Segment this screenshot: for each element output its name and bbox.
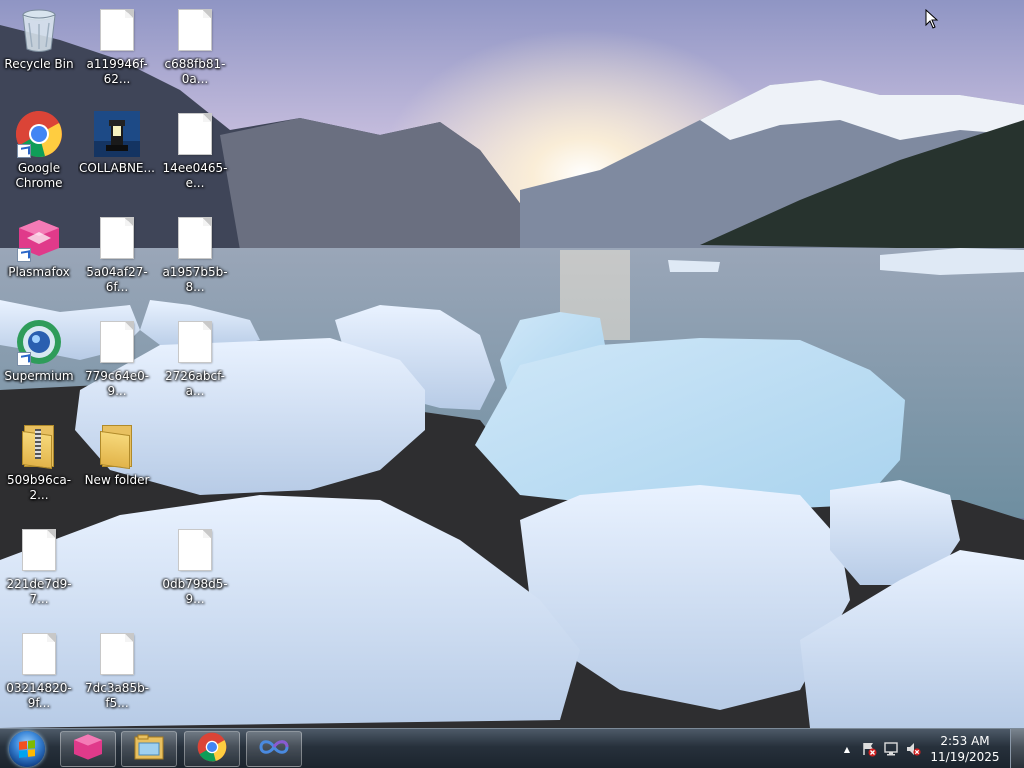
volume-muted-icon[interactable]	[902, 738, 924, 760]
taskbar-supermium-button[interactable]	[246, 731, 302, 767]
file-desktop-icon[interactable]: 2726abcf-a...	[156, 312, 234, 412]
file-desktop-icon[interactable]: c688fb81-0a...	[156, 0, 234, 100]
shortcut-arrow-icon	[17, 248, 31, 262]
desktop: Recycle Bin a119946f-62... c688fb81-0a..…	[0, 0, 1024, 728]
lighthouse-icon	[93, 110, 141, 158]
file-desktop-icon[interactable]: 03214820-9f...	[0, 624, 78, 724]
file-desktop-icon[interactable]: 14ee0465-e...	[156, 104, 234, 204]
blank-file-icon	[171, 110, 219, 158]
file-desktop-icon[interactable]: 7dc3a85b-f5...	[78, 624, 156, 724]
file-desktop-icon[interactable]: 779c64e0-9...	[78, 312, 156, 412]
desktop-icon-label: 5a04af27-6f...	[86, 265, 148, 294]
desktop-icon-label: 509b96ca-2...	[6, 473, 72, 502]
desktop-icon-label: 0db798d5-9...	[162, 577, 228, 606]
taskbar-plasmafox-button[interactable]	[60, 731, 116, 767]
desktop-icon-label: a1957b5b-8...	[162, 265, 228, 294]
google-chrome-desktop-icon[interactable]: Google Chrome	[0, 104, 78, 204]
supermium-desktop-icon[interactable]: Supermium	[0, 312, 78, 412]
taskbar-explorer-button[interactable]	[121, 731, 177, 767]
system-tray: ▲ 2:53 AM 11/19/2025	[836, 729, 1024, 768]
desktop-icon-label: 14ee0465-e...	[162, 161, 228, 190]
blank-file-icon	[93, 630, 141, 678]
show-hidden-icons-button[interactable]: ▲	[836, 738, 858, 760]
shortcut-arrow-icon	[17, 352, 31, 366]
zip-folder-icon	[15, 422, 63, 470]
recycle-bin-desktop-icon[interactable]: Recycle Bin	[0, 0, 78, 100]
blank-file-icon	[93, 318, 141, 366]
desktop-icon-label: 779c64e0-9...	[84, 369, 150, 398]
desktop-icon-label: 2726abcf-a...	[164, 369, 225, 398]
start-button[interactable]	[4, 730, 50, 768]
desktop-icon-label: c688fb81-0a...	[164, 57, 226, 86]
action-center-alert-icon[interactable]	[858, 738, 880, 760]
desktop-icon-label: a119946f-62...	[86, 57, 148, 86]
collabne-desktop-icon[interactable]: COLLABNE...	[78, 104, 156, 204]
desktop-icon-label: 03214820-9f...	[6, 681, 72, 710]
blank-file-icon	[171, 526, 219, 574]
chrome-icon	[197, 732, 227, 766]
clock-date: 11/19/2025	[930, 750, 1000, 764]
folder-icon	[93, 422, 141, 470]
clock-time: 2:53 AM	[940, 734, 990, 748]
taskbar: ▲ 2:53 AM 11/19/2025	[0, 728, 1024, 768]
blank-file-icon	[15, 630, 63, 678]
plasmafox-icon	[71, 733, 105, 765]
blank-file-icon	[93, 214, 141, 262]
taskbar-clock[interactable]: 2:53 AM 11/19/2025	[924, 733, 1006, 765]
desktop-icon-label: 7dc3a85b-f5...	[84, 681, 150, 710]
file-desktop-icon[interactable]: 221de7d9-7...	[0, 520, 78, 620]
show-desktop-button[interactable]	[1010, 729, 1024, 768]
desktop-icon-label: Supermium	[4, 369, 74, 383]
chrome-icon	[15, 110, 63, 158]
supermium-icon	[15, 318, 63, 366]
desktop-icon-label: 221de7d9-7...	[6, 577, 72, 606]
desktop-icon-label: Google Chrome	[15, 161, 63, 190]
file-desktop-icon[interactable]: a119946f-62...	[78, 0, 156, 100]
blank-file-icon	[15, 526, 63, 574]
mouse-pointer-icon	[925, 8, 939, 33]
blank-file-icon	[171, 214, 219, 262]
windows-orb-icon	[9, 731, 45, 767]
taskbar-chrome-button[interactable]	[184, 731, 240, 767]
up-arrow-icon: ▲	[843, 744, 851, 754]
zip-folder-desktop-icon[interactable]: 509b96ca-2...	[0, 416, 78, 516]
desktop-icon-label: COLLABNE...	[79, 161, 155, 175]
desktop-icon-label: Plasmafox	[8, 265, 70, 279]
desktop-icon-label: Recycle Bin	[4, 57, 74, 71]
plasmafox-icon	[15, 214, 63, 262]
network-icon[interactable]	[880, 738, 902, 760]
desktop-icon-label: New folder	[84, 473, 150, 487]
blank-file-icon	[171, 6, 219, 54]
file-desktop-icon[interactable]: a1957b5b-8...	[156, 208, 234, 308]
new-folder-desktop-icon[interactable]: New folder	[78, 416, 156, 516]
shortcut-arrow-icon	[17, 144, 31, 158]
blank-file-icon	[93, 6, 141, 54]
supermium-loop-icon	[258, 736, 290, 762]
plasmafox-desktop-icon[interactable]: Plasmafox	[0, 208, 78, 308]
recycle-bin-icon	[15, 6, 63, 54]
file-desktop-icon[interactable]: 0db798d5-9...	[156, 520, 234, 620]
blank-file-icon	[171, 318, 219, 366]
file-desktop-icon[interactable]: 5a04af27-6f...	[78, 208, 156, 308]
file-explorer-icon	[133, 733, 165, 765]
